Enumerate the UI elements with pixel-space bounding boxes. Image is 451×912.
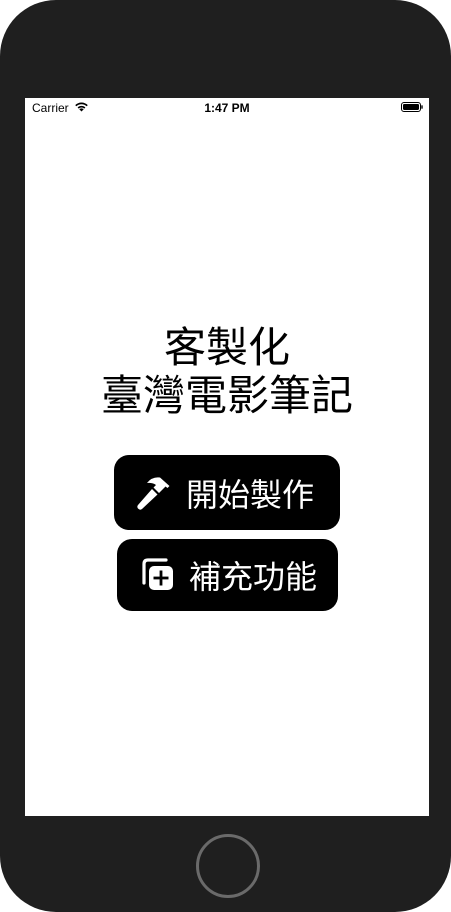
- title-line-2: 臺灣電影筆記: [100, 371, 353, 420]
- status-bar: Carrier 1:47 PM: [25, 98, 429, 118]
- battery-icon: [401, 102, 423, 112]
- extra-features-label: 補充功能: [189, 558, 318, 596]
- app-title: 客製化 臺灣電影筆記: [25, 324, 429, 420]
- title-line-1: 客製化: [163, 323, 290, 372]
- home-button[interactable]: [196, 834, 260, 898]
- app-screen: Carrier 1:47 PM 客製化 臺灣電影筆記 開始製作 補充功能: [25, 98, 429, 816]
- plus-square-stack-icon: [142, 558, 173, 590]
- start-making-label: 開始製作: [186, 475, 315, 514]
- status-time: 1:47 PM: [204, 101, 250, 115]
- start-making-button[interactable]: 開始製作: [114, 455, 340, 530]
- hammer-icon: [137, 476, 170, 510]
- device-frame: Carrier 1:47 PM 客製化 臺灣電影筆記 開始製作 補充功能: [0, 0, 451, 912]
- extra-features-button[interactable]: 補充功能: [117, 539, 338, 611]
